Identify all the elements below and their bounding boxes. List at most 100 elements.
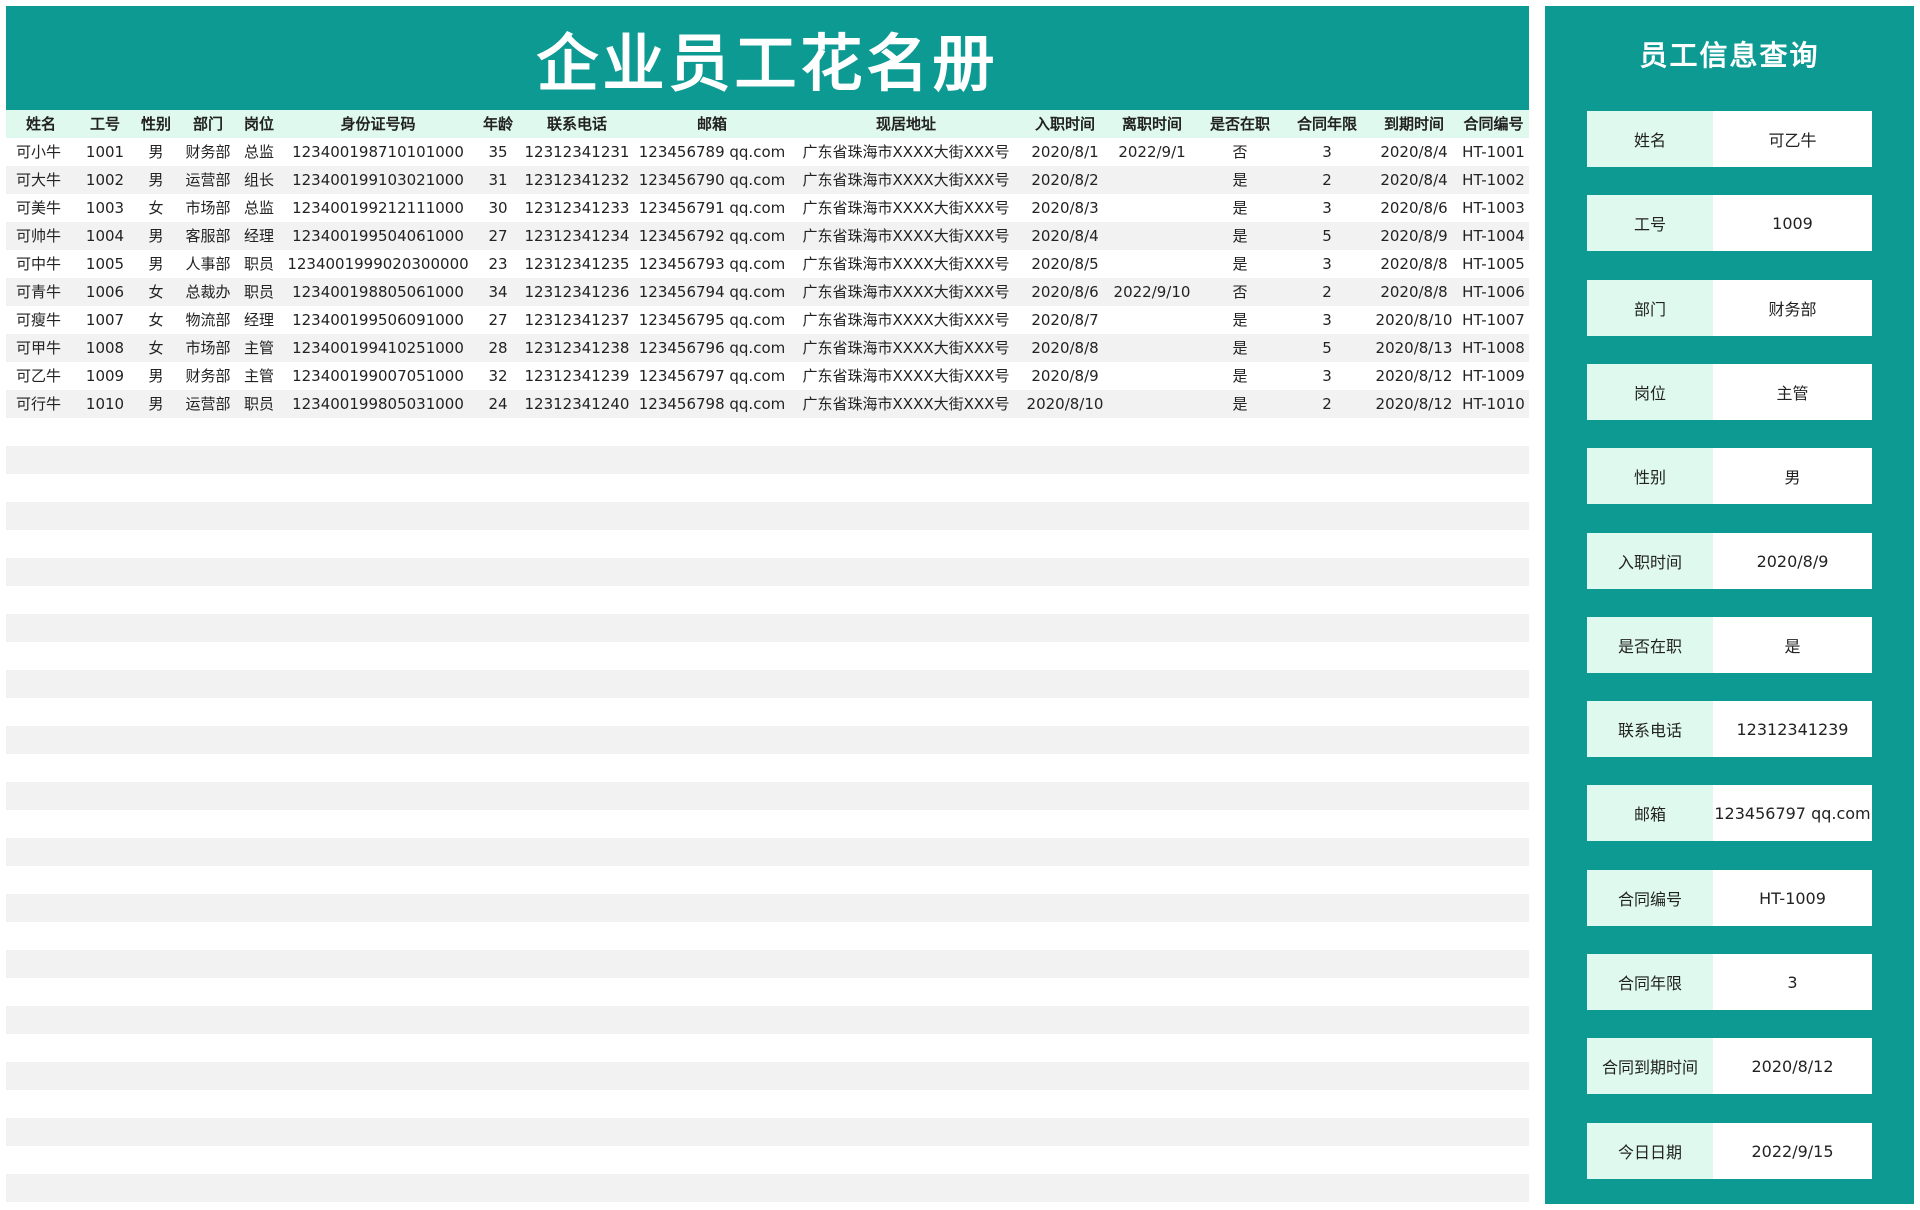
table-cell[interactable]: 2020/8/10 xyxy=(1370,306,1458,334)
table-cell[interactable] xyxy=(790,950,1022,978)
table-cell[interactable]: 123400199504061000 xyxy=(280,222,476,250)
table-cell[interactable]: 2 xyxy=(1284,390,1370,418)
table-cell[interactable] xyxy=(1284,1090,1370,1118)
table-cell[interactable] xyxy=(76,1146,134,1174)
table-cell[interactable] xyxy=(280,502,476,530)
table-cell[interactable] xyxy=(280,1118,476,1146)
table-cell[interactable] xyxy=(280,642,476,670)
table-cell[interactable] xyxy=(1196,866,1284,894)
table-cell[interactable] xyxy=(1370,782,1458,810)
table-cell[interactable] xyxy=(6,502,76,530)
table-cell[interactable]: HT-1005 xyxy=(1458,250,1529,278)
table-cell[interactable]: 123456790 qq.com xyxy=(634,166,790,194)
table-cell[interactable] xyxy=(520,418,634,446)
table-cell[interactable]: 广东省珠海市XXXX大街XXX号 xyxy=(790,306,1022,334)
table-cell[interactable] xyxy=(634,726,790,754)
table-cell[interactable] xyxy=(178,1006,238,1034)
table-cell[interactable] xyxy=(1022,1174,1108,1202)
table-cell[interactable] xyxy=(1284,726,1370,754)
table-cell[interactable] xyxy=(1196,698,1284,726)
table-cell[interactable]: 5 xyxy=(1284,222,1370,250)
table-cell[interactable] xyxy=(634,1006,790,1034)
table-cell[interactable]: 可行牛 xyxy=(6,390,76,418)
table-cell[interactable] xyxy=(178,586,238,614)
table-cell[interactable] xyxy=(476,1034,520,1062)
table-cell[interactable] xyxy=(280,670,476,698)
table-cell[interactable] xyxy=(1458,838,1529,866)
table-cell[interactable]: 123456789 qq.com xyxy=(634,138,790,166)
table-row[interactable]: 可美牛 1003 女市场部 总监 123400199212111000 30 1231234… xyxy=(6,194,1529,222)
table-cell[interactable] xyxy=(1370,614,1458,642)
lookup-field-value[interactable]: 2022/9/15 xyxy=(1713,1123,1872,1179)
table-cell[interactable]: 男 xyxy=(134,222,178,250)
column-header[interactable]: 部门 xyxy=(178,110,238,138)
table-cell[interactable]: 职员 xyxy=(238,250,280,278)
table-cell[interactable]: 可中牛 xyxy=(6,250,76,278)
table-cell[interactable] xyxy=(134,502,178,530)
table-cell[interactable]: 2020/8/4 xyxy=(1022,222,1108,250)
table-cell[interactable]: 2020/8/5 xyxy=(1022,250,1108,278)
table-cell[interactable] xyxy=(1108,810,1196,838)
table-cell[interactable] xyxy=(280,1062,476,1090)
table-cell[interactable] xyxy=(634,1118,790,1146)
table-cell[interactable] xyxy=(76,502,134,530)
table-cell[interactable] xyxy=(76,1006,134,1034)
table-cell[interactable] xyxy=(1284,1118,1370,1146)
table-cell[interactable]: 2020/8/3 xyxy=(1022,194,1108,222)
table-cell[interactable] xyxy=(76,670,134,698)
table-cell[interactable] xyxy=(238,474,280,502)
lookup-field-value[interactable]: 可乙牛 xyxy=(1713,111,1872,167)
table-cell[interactable]: 可大牛 xyxy=(6,166,76,194)
table-cell[interactable] xyxy=(1196,530,1284,558)
table-cell[interactable]: 否 xyxy=(1196,138,1284,166)
table-cell[interactable] xyxy=(1108,754,1196,782)
table-cell[interactable]: 2020/8/9 xyxy=(1022,362,1108,390)
table-cell[interactable] xyxy=(1370,922,1458,950)
table-cell[interactable] xyxy=(1108,838,1196,866)
table-cell[interactable]: 职员 xyxy=(238,390,280,418)
table-cell[interactable]: 2 xyxy=(1284,278,1370,306)
table-cell[interactable]: 广东省珠海市XXXX大街XXX号 xyxy=(790,166,1022,194)
table-cell[interactable] xyxy=(6,1062,76,1090)
table-cell[interactable] xyxy=(134,866,178,894)
empty-row[interactable] xyxy=(6,1146,1529,1174)
empty-row[interactable] xyxy=(6,838,1529,866)
table-cell[interactable]: 是 xyxy=(1196,194,1284,222)
table-cell[interactable] xyxy=(634,642,790,670)
lookup-field-value[interactable]: 男 xyxy=(1713,448,1872,504)
empty-row[interactable] xyxy=(6,782,1529,810)
table-cell[interactable]: 1003 xyxy=(76,194,134,222)
table-cell[interactable] xyxy=(476,1146,520,1174)
table-cell[interactable] xyxy=(6,1090,76,1118)
table-cell[interactable]: 可乙牛 xyxy=(6,362,76,390)
table-cell[interactable] xyxy=(280,754,476,782)
table-cell[interactable]: HT-1009 xyxy=(1458,362,1529,390)
table-cell[interactable] xyxy=(1108,222,1196,250)
table-cell[interactable] xyxy=(1196,810,1284,838)
empty-row[interactable] xyxy=(6,754,1529,782)
table-cell[interactable] xyxy=(134,950,178,978)
empty-row[interactable] xyxy=(6,474,1529,502)
table-cell[interactable] xyxy=(6,586,76,614)
table-cell[interactable] xyxy=(1022,698,1108,726)
table-cell[interactable]: 职员 xyxy=(238,278,280,306)
table-cell[interactable] xyxy=(1196,558,1284,586)
table-cell[interactable] xyxy=(134,614,178,642)
table-cell[interactable]: 运营部 xyxy=(178,390,238,418)
table-cell[interactable] xyxy=(178,474,238,502)
table-cell[interactable] xyxy=(238,922,280,950)
table-cell[interactable] xyxy=(1458,1146,1529,1174)
table-cell[interactable] xyxy=(76,642,134,670)
table-cell[interactable] xyxy=(1108,530,1196,558)
table-cell[interactable] xyxy=(790,894,1022,922)
table-cell[interactable]: 5 xyxy=(1284,334,1370,362)
table-cell[interactable] xyxy=(1196,978,1284,1006)
lookup-field-value[interactable]: 2020/8/12 xyxy=(1713,1038,1872,1094)
table-cell[interactable] xyxy=(476,614,520,642)
table-cell[interactable] xyxy=(280,446,476,474)
table-cell[interactable]: 2022/9/10 xyxy=(1108,278,1196,306)
table-cell[interactable] xyxy=(1022,502,1108,530)
table-cell[interactable] xyxy=(520,1062,634,1090)
table-cell[interactable] xyxy=(1458,614,1529,642)
table-cell[interactable] xyxy=(520,838,634,866)
